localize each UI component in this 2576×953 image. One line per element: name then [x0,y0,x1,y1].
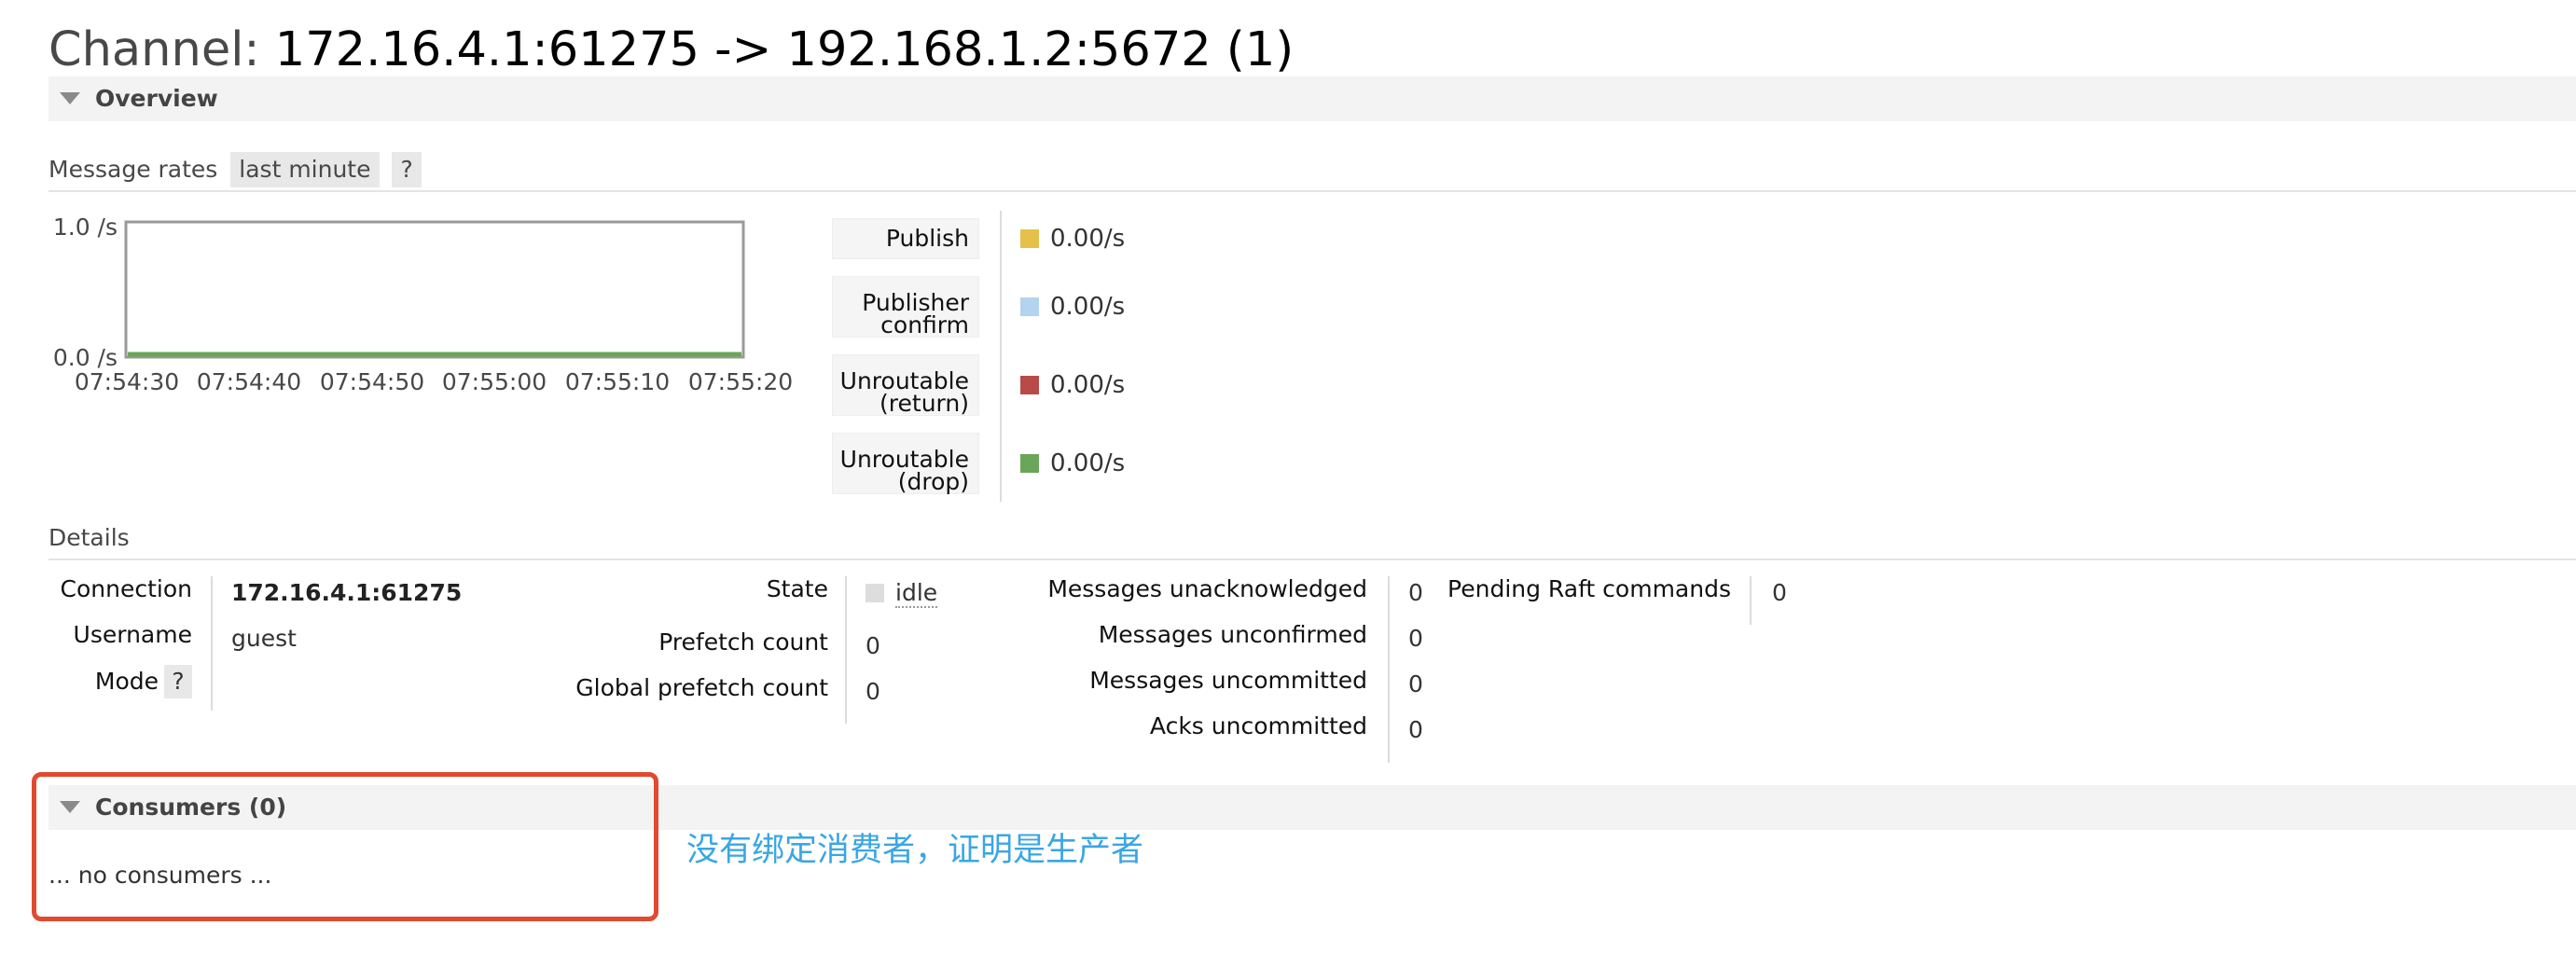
legend-value-text: 0.00/s [1050,293,1126,321]
details-divider [1750,576,1752,625]
username-value: guest [231,625,297,652]
state-label: State [766,575,828,602]
pending-raft-commands-value: 0 [1772,579,1787,606]
legend-value-text: 0.00/s [1050,449,1126,477]
x-tick-label: 07:54:40 [197,368,301,395]
legend-unroutable-return-label: Unroutable (return) [832,354,979,416]
details-divider [845,576,847,724]
state-text: idle [895,579,938,608]
messages-unconfirmed-value: 0 [1408,625,1423,652]
legend-publish-value: 0.00/s [1020,225,1125,253]
details-divider [1388,576,1390,763]
publish-color-swatch [1020,229,1039,248]
state-indicator-icon [866,584,884,602]
legend-publish-label: Publish [832,218,979,259]
state-value: idle [866,579,938,608]
legend-label-text: (drop) [897,468,969,495]
messages-unconfirmed-label: Messages unconfirmed [1098,621,1367,648]
connection-link[interactable]: 172.16.4.1:61275 [231,579,462,607]
annotation-highlight-box [32,772,658,921]
chart-plot-area [124,220,745,359]
details-divider [211,576,213,711]
legend-publisher-confirm-label: Publisher confirm [832,276,979,338]
acks-uncommitted-label: Acks uncommitted [1149,712,1367,739]
unroutable-return-color-swatch [1020,376,1039,394]
details-subheader: Details [48,518,2576,560]
publisher-confirm-color-swatch [1020,297,1039,316]
x-tick-label: 07:54:30 [75,368,179,395]
connection-label: Connection [60,575,192,602]
y-tick-min: 0.0 /s [53,344,118,371]
messages-unacknowledged-value: 0 [1408,579,1423,606]
messages-uncommitted-label: Messages uncommitted [1089,667,1367,694]
pending-raft-commands-label: Pending Raft commands [1447,575,1731,602]
unroutable-drop-color-swatch [1020,454,1039,473]
legend-label-text: confirm [880,311,969,338]
legend-value-text: 0.00/s [1050,371,1126,399]
legend-unroutable-drop-value: 0.00/s [1020,449,1125,477]
acks-uncommitted-value: 0 [1408,716,1423,743]
legend-divider [1000,211,1002,502]
global-prefetch-count-label: Global prefetch count [575,674,828,701]
messages-unacknowledged-label: Messages unacknowledged [1047,575,1367,602]
global-prefetch-count-value: 0 [866,678,880,705]
prefetch-count-value: 0 [866,632,880,659]
username-label: Username [73,621,192,648]
x-tick-label: 07:55:20 [688,368,793,395]
mode-label: Mode [94,668,159,695]
legend-unroutable-return-value: 0.00/s [1020,371,1125,399]
messages-uncommitted-value: 0 [1408,670,1423,697]
annotation-text: 没有绑定消费者，证明是生产者 [686,832,1144,869]
x-tick-label: 07:55:00 [442,368,547,395]
details-title: Details [48,524,130,551]
legend-label-text: (return) [879,390,969,417]
x-tick-label: 07:54:50 [320,368,424,395]
mode-help-button[interactable]: ? [164,665,192,698]
x-tick-label: 07:55:10 [565,368,670,395]
prefetch-count-label: Prefetch count [658,628,828,656]
legend-label-text: Publish [885,225,969,252]
message-rates-chart: 1.0 /s 0.0 /s 07:54:30 07:54:40 07:54:50… [53,214,793,395]
mode-label-row: Mode? [95,665,192,698]
y-tick-max: 1.0 /s [53,214,118,241]
legend-publisher-confirm-value: 0.00/s [1020,293,1125,321]
legend-unroutable-drop-label: Unroutable (drop) [832,433,979,494]
legend-value-text: 0.00/s [1050,225,1126,253]
